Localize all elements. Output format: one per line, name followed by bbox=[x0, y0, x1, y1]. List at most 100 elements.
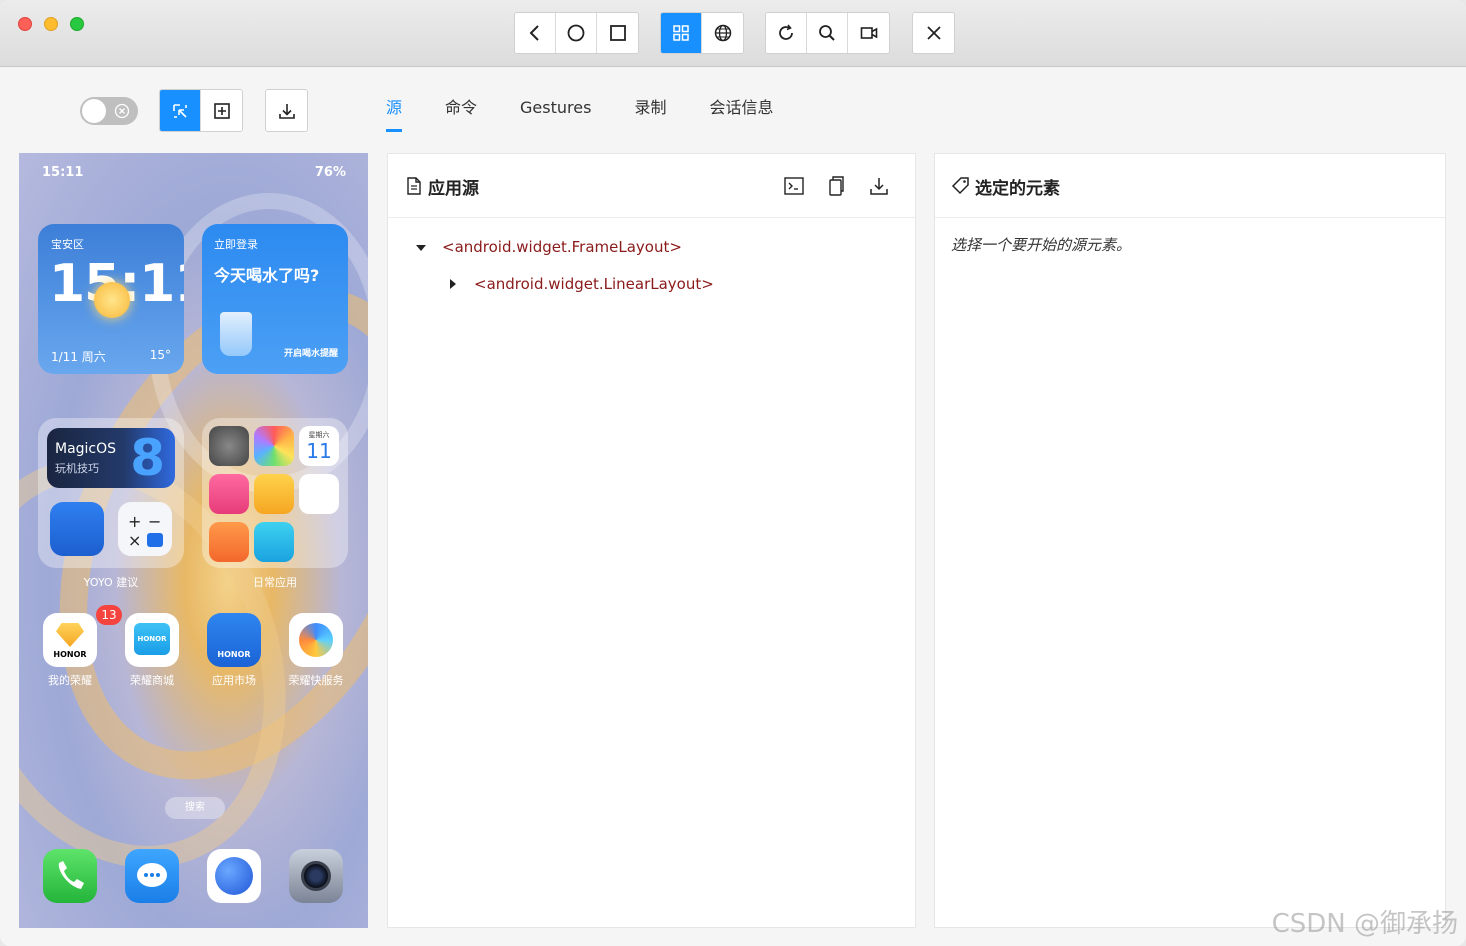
video-icon bbox=[209, 474, 249, 514]
device-nav-group bbox=[514, 12, 639, 54]
download-screenshot-button[interactable] bbox=[266, 90, 307, 131]
app-market-brand: HONOR bbox=[217, 650, 251, 659]
download-source-icon[interactable] bbox=[867, 174, 891, 198]
screenshot-toggle[interactable] bbox=[80, 97, 138, 125]
selected-element-panel: 选定的元素 选择一个要开始的源元素。 bbox=[934, 153, 1446, 928]
honor-mall-logo: HONOR bbox=[134, 623, 170, 655]
close-window-button[interactable] bbox=[18, 17, 32, 31]
tab-session-info[interactable]: 会话信息 bbox=[709, 88, 773, 132]
tab-gestures[interactable]: Gestures bbox=[520, 88, 591, 132]
select-element-button[interactable] bbox=[160, 90, 201, 131]
water-login: 立即登录 bbox=[214, 238, 258, 251]
tree-node-framelayout[interactable]: <android.widget.FrameLayout> bbox=[442, 238, 682, 256]
tab-commands[interactable]: 命令 bbox=[445, 88, 477, 132]
app-honor-mall[interactable]: HONOR bbox=[125, 613, 179, 667]
tab-recording[interactable]: 录制 bbox=[634, 88, 666, 132]
source-panel-header: 应用源 bbox=[388, 154, 915, 218]
refresh-icon bbox=[779, 24, 793, 40]
browser-app-icon[interactable] bbox=[207, 849, 261, 903]
chat-bubble-icon bbox=[137, 863, 167, 887]
caret-down-icon[interactable] bbox=[415, 242, 427, 254]
reader-icon bbox=[254, 522, 294, 562]
camera-lens-icon bbox=[301, 861, 331, 891]
phone-handset-icon bbox=[58, 861, 84, 889]
notes-icon bbox=[254, 474, 294, 514]
record-video-icon bbox=[860, 27, 877, 39]
folder-daily-apps[interactable]: 星期六 11 bbox=[202, 418, 348, 568]
health-icon bbox=[209, 522, 249, 562]
title-bar bbox=[0, 0, 1466, 67]
back-icon bbox=[529, 25, 539, 41]
magicos-subtitle: 玩机技巧 bbox=[55, 462, 99, 475]
select-mode-group bbox=[159, 89, 243, 132]
app-label-quick-service: 荣耀快服务 bbox=[288, 674, 344, 687]
status-battery: 76% bbox=[314, 165, 346, 180]
close-icon bbox=[926, 26, 941, 40]
folder-yoyo-label: YOYO 建议 bbox=[83, 576, 139, 589]
quick-service-icon bbox=[299, 623, 333, 657]
magicos-badge: 8 bbox=[130, 429, 165, 487]
inspector-tabs: 源 命令 Gestures 录制 会话信息 bbox=[386, 88, 816, 132]
gallery-icon bbox=[254, 426, 294, 466]
selected-panel-hint: 选择一个要开始的源元素。 bbox=[951, 236, 1132, 254]
home-search-pill[interactable]: 搜索 bbox=[165, 797, 225, 819]
caret-right-icon[interactable] bbox=[447, 278, 459, 290]
select-cursor-icon bbox=[173, 103, 187, 118]
record-button[interactable] bbox=[848, 13, 889, 53]
water-widget[interactable]: 立即登录 今天喝水了吗? 开启喝水提醒 bbox=[202, 224, 348, 374]
magicos-title: MagicOS bbox=[55, 441, 117, 457]
download-icon bbox=[278, 103, 295, 119]
terminal-icon[interactable] bbox=[782, 174, 806, 198]
calculator-icon: + − × bbox=[118, 502, 172, 556]
calendar-number: 11 bbox=[306, 439, 332, 463]
back-button[interactable] bbox=[515, 13, 556, 53]
app-source-panel: 应用源 <android.widget.FrameLayout> <androi… bbox=[387, 153, 916, 928]
refresh-button[interactable] bbox=[766, 13, 807, 53]
search-element-button[interactable] bbox=[807, 13, 848, 53]
water-reminder: 开启喝水提醒 bbox=[283, 349, 338, 359]
selected-panel-title: 选定的元素 bbox=[975, 179, 1060, 199]
action-group bbox=[765, 12, 890, 54]
planet-icon bbox=[215, 857, 253, 895]
tag-icon bbox=[951, 177, 969, 195]
zoom-window-button[interactable] bbox=[70, 17, 84, 31]
square-recents-icon bbox=[609, 25, 626, 41]
phone-app-icon[interactable] bbox=[43, 849, 97, 903]
app-quick-service[interactable] bbox=[289, 613, 343, 667]
quit-session-button[interactable] bbox=[913, 13, 954, 53]
svg-text:+: + bbox=[128, 512, 141, 531]
minimize-window-button[interactable] bbox=[44, 17, 58, 31]
app-my-honor[interactable]: HONOR bbox=[43, 613, 97, 667]
toggle-knob bbox=[82, 99, 106, 123]
app-label-my-honor: 我的荣耀 bbox=[48, 674, 92, 687]
native-mode-button[interactable] bbox=[661, 13, 702, 53]
app-app-market[interactable]: HONOR bbox=[207, 613, 261, 667]
water-question: 今天喝水了吗? bbox=[214, 266, 320, 285]
calendar-icon: 星期六 11 bbox=[299, 426, 339, 466]
recents-button[interactable] bbox=[597, 13, 638, 53]
camera-app-icon[interactable] bbox=[289, 849, 343, 903]
magicos-card: MagicOS 玩机技巧 8 bbox=[47, 428, 175, 488]
grid-native-icon bbox=[673, 25, 689, 41]
close-circle-icon bbox=[114, 103, 130, 119]
mode-group bbox=[660, 12, 744, 54]
music-icon bbox=[299, 474, 339, 514]
search-icon bbox=[819, 25, 835, 41]
tap-coordinates-button[interactable] bbox=[201, 90, 242, 131]
messages-app-icon[interactable] bbox=[125, 849, 179, 903]
copy-icon[interactable] bbox=[824, 174, 848, 198]
diamond-icon bbox=[56, 623, 84, 647]
web-mode-button[interactable] bbox=[702, 13, 743, 53]
tab-source[interactable]: 源 bbox=[386, 88, 403, 132]
circle-home-icon bbox=[567, 24, 585, 42]
svg-text:×: × bbox=[128, 531, 141, 550]
plus-square-icon bbox=[213, 102, 230, 119]
sun-icon bbox=[94, 282, 130, 318]
folder-yoyo[interactable]: MagicOS 玩机技巧 8 + − × bbox=[38, 418, 184, 568]
tree-node-linearlayout[interactable]: <android.widget.LinearLayout> bbox=[474, 275, 714, 293]
device-screenshot[interactable]: 15:11 76% 宝安区 15:11 1/11 周六 15° 立即登录 今天喝… bbox=[19, 153, 368, 928]
home-button[interactable] bbox=[556, 13, 597, 53]
weather-widget[interactable]: 宝安区 15:11 1/11 周六 15° bbox=[38, 224, 184, 374]
app-label-market: 应用市场 bbox=[212, 674, 256, 687]
notification-badge: 13 bbox=[96, 605, 122, 625]
